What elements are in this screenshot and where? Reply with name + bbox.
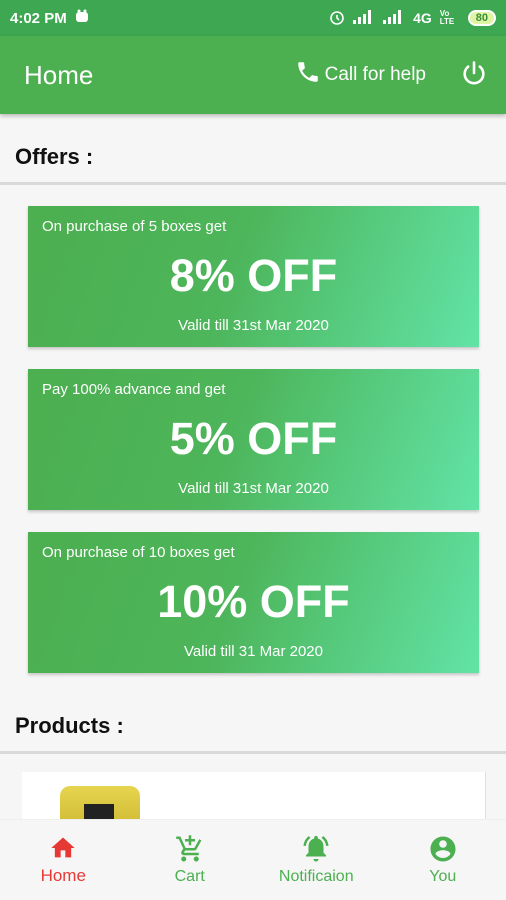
battery-icon: 80	[467, 10, 496, 26]
offer-caption: On purchase of 5 boxes get	[42, 218, 227, 235]
divider	[0, 182, 506, 185]
offer-value: 8% OFF	[169, 250, 338, 301]
status-time: 4:02 PM	[10, 9, 67, 27]
status-bar: 4:02 PM 4G Vo LTE 80	[0, 0, 506, 36]
offer-card[interactable]: On purchase of 10 boxes get 10% OFF Vali…	[28, 532, 479, 673]
nav-you-label: You	[429, 868, 457, 885]
divider	[0, 751, 506, 754]
nav-cart-label: Cart	[174, 868, 205, 885]
call-for-help-button[interactable]: Call for help	[295, 59, 426, 91]
signal-icon	[353, 9, 375, 27]
offer-value: 10% OFF	[157, 576, 350, 627]
offer-validity: Valid till 31st Mar 2020	[178, 317, 329, 334]
offer-caption: Pay 100% advance and get	[42, 381, 226, 398]
nav-cart[interactable]: Cart	[127, 820, 254, 900]
offer-card[interactable]: On purchase of 5 boxes get 8% OFF Valid …	[28, 206, 479, 347]
offer-card[interactable]: Pay 100% advance and get 5% OFF Valid ti…	[28, 369, 479, 510]
nav-home-label: Home	[40, 866, 86, 885]
nav-notification-label: Notificaion	[278, 868, 354, 885]
nav-home[interactable]: Home	[0, 820, 127, 900]
notification-app-icon	[75, 9, 89, 27]
page-title: Home	[24, 59, 94, 90]
offer-value: 5% OFF	[169, 413, 338, 464]
network-type: 4G	[413, 10, 432, 26]
user-icon	[428, 834, 458, 864]
cart-add-icon	[175, 834, 205, 864]
nav-notification[interactable]: Notificaion	[253, 820, 380, 900]
app-bar: Home Call for help	[0, 36, 506, 114]
alarm-icon	[329, 9, 345, 28]
phone-icon	[295, 59, 321, 91]
offer-caption: On purchase of 10 boxes get	[42, 544, 235, 561]
home-icon	[49, 834, 77, 862]
signal-icon-2	[383, 9, 405, 27]
power-icon[interactable]	[460, 59, 488, 92]
nav-you[interactable]: You	[380, 820, 506, 900]
bottom-navigation: Home Cart Notificaion You	[0, 819, 506, 900]
volte-indicator: Vo LTE	[439, 9, 455, 26]
products-title: Products :	[15, 713, 124, 738]
offer-validity: Valid till 31st Mar 2020	[178, 480, 329, 497]
offer-validity: Valid till 31 Mar 2020	[184, 643, 323, 660]
bell-icon	[301, 834, 331, 864]
offers-title: Offers :	[15, 144, 94, 169]
call-for-help-label: Call for help	[324, 64, 426, 85]
